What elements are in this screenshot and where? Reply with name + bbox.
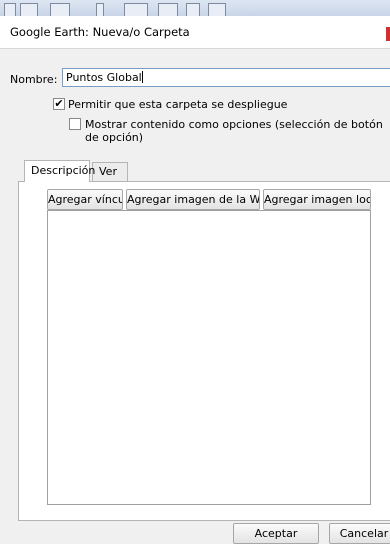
- dialog-titlebar[interactable]: Google Earth: Nueva/o Carpeta: [0, 16, 390, 49]
- toolbar-icon: [96, 3, 104, 16]
- toolbar-icon: [208, 3, 226, 16]
- tab-ver[interactable]: Ver: [92, 162, 128, 181]
- show-as-options-checkbox[interactable]: [69, 118, 81, 130]
- name-input[interactable]: Puntos Global: [62, 68, 390, 87]
- name-label: Nombre:: [10, 73, 58, 86]
- dialog-title: Google Earth: Nueva/o Carpeta: [10, 25, 190, 39]
- toolbar-icon: [186, 3, 200, 16]
- add-local-image-button[interactable]: Agregar imagen local...: [263, 189, 371, 210]
- toolbar-icon: [20, 3, 38, 16]
- add-link-button[interactable]: Agregar vínculo: [47, 189, 123, 210]
- toolbar-icon: [50, 3, 70, 16]
- allow-expand-label[interactable]: Permitir que esta carpeta se despliegue: [68, 98, 287, 111]
- toolbar-icon: [158, 3, 178, 16]
- add-web-image-button[interactable]: Agregar imagen de la Web...: [126, 189, 260, 210]
- toolbar-icon: [4, 3, 16, 16]
- description-textarea[interactable]: [47, 210, 371, 505]
- text-caret: [141, 71, 143, 83]
- tab-descripcion[interactable]: Descripción: [24, 160, 95, 182]
- check-mark-icon: ✔: [54, 97, 64, 110]
- show-as-options-label[interactable]: Mostrar contenido como opciones (selecci…: [85, 118, 390, 144]
- toolbar-icon: [124, 3, 148, 16]
- background-toolbar-strip: [0, 0, 390, 17]
- name-input-value: Puntos Global: [66, 71, 142, 84]
- close-icon[interactable]: [386, 27, 390, 41]
- allow-expand-checkbox[interactable]: ✔: [53, 98, 65, 110]
